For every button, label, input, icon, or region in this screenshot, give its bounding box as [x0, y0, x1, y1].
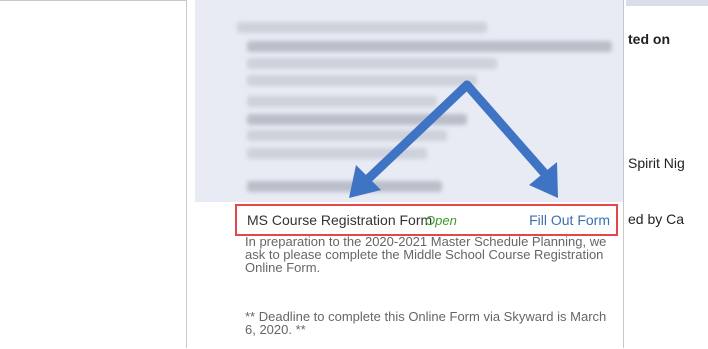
- arrow-to-fill-out-link-icon: [462, 80, 551, 180]
- annotation-arrow-shafts: [363, 80, 551, 184]
- annotation-arrows: [349, 80, 558, 198]
- arrow-to-form-name-icon: [363, 80, 472, 184]
